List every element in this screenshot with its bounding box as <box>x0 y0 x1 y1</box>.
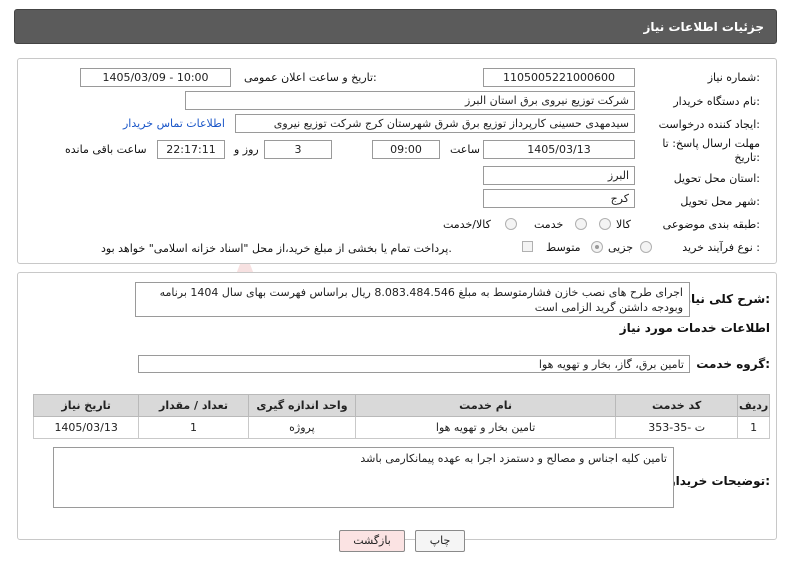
col-header-row-number: ردیف <box>737 394 770 417</box>
buyer-notes-textarea[interactable]: تامین کلیه اجناس و مصالح و دستمزد اجرا ب… <box>53 447 674 508</box>
page-title: جزئیات اطلاعات نیاز <box>643 20 764 34</box>
cell-service-code: ت -35-353 <box>615 416 739 439</box>
service-group-field: تامین برق، گاز، بخار و تهویه هوا <box>138 355 690 373</box>
table-row: 1 ت -35-353 تامین بخار و تهویه هوا پروژه… <box>32 416 770 439</box>
col-header-service-code: کد خدمت <box>615 394 739 417</box>
description-label: شرح کلی نیاز: <box>684 292 770 306</box>
col-header-need-date: تاریخ نیاز <box>32 394 140 417</box>
services-table: ردیف کد خدمت نام خدمت واحد اندازه گیری ت… <box>32 394 770 439</box>
panel-header: جزئیات اطلاعات نیاز <box>14 9 777 44</box>
creator-label: ایجاد کننده درخواست: <box>658 118 760 131</box>
city-field: کرج <box>483 189 635 208</box>
city-label: شهر محل تحویل: <box>680 195 760 208</box>
remaining-time-label: ساعت باقی مانده <box>65 143 147 156</box>
buyer-contact-link[interactable]: اطلاعات تماس خریدار <box>123 117 225 130</box>
cell-need-date: 1405/03/13 <box>32 416 140 439</box>
services-table-header-row: ردیف کد خدمت نام خدمت واحد اندازه گیری ت… <box>32 394 770 417</box>
category-option-goods-radio[interactable] <box>599 218 611 230</box>
deadline-label: مهلت ارسال پاسخ: تا <box>662 137 760 150</box>
deadline-date-field: 1405/03/13 <box>483 140 635 159</box>
days-label: روز و <box>234 143 259 156</box>
col-header-service-name: نام خدمت <box>355 394 617 417</box>
description-textarea[interactable]: اجرای طرح های نصب خازن فشارمتوسط به مبلغ… <box>135 282 690 317</box>
buyer-notes-label: توضیحات خریدار: <box>668 474 770 488</box>
process-option-medium-label: متوسط <box>546 241 581 254</box>
deadline-time-field: 09:00 <box>372 140 440 159</box>
process-option-minor-radio[interactable] <box>640 241 652 253</box>
services-section-title: اطلاعات خدمات مورد نیاز <box>619 321 770 335</box>
need-number-field: 1105005221000600 <box>483 68 635 87</box>
cell-quantity: 1 <box>138 416 249 439</box>
deadline-time-label: ساعت <box>450 143 480 156</box>
need-info-section <box>17 58 777 264</box>
cell-row-number: 1 <box>737 416 770 439</box>
process-type-label: نوع فرآیند خرید : <box>682 241 760 254</box>
process-option-minor-label: جزیی <box>608 241 634 254</box>
remaining-time-field: 22:17:11 <box>157 140 225 159</box>
category-option-service-radio[interactable] <box>575 218 587 230</box>
province-field: البرز <box>483 166 635 185</box>
province-label: استان محل تحویل: <box>673 172 760 185</box>
announce-datetime-field: 1405/03/09 - 10:00 <box>80 68 231 87</box>
back-button[interactable]: بازگشت <box>339 530 405 552</box>
print-button[interactable]: چاپ <box>415 530 465 552</box>
treasury-payment-checkbox[interactable] <box>522 241 533 252</box>
need-number-label: شماره نیاز: <box>707 71 760 84</box>
service-group-label: گروه خدمت: <box>696 357 770 371</box>
col-header-quantity: تعداد / مقدار <box>138 394 249 417</box>
category-option-service-label: خدمت <box>534 218 564 231</box>
cell-service-name: تامین بخار و تهویه هوا <box>355 416 617 439</box>
buyer-org-label: نام دستگاه خریدار: <box>673 95 760 108</box>
buyer-org-field: شرکت توزیع نیروی برق استان البرز <box>185 91 635 110</box>
process-option-medium-radio[interactable] <box>591 241 603 253</box>
category-option-both-radio[interactable] <box>505 218 517 230</box>
deadline-date-sublabel: تاریخ: <box>734 151 760 164</box>
category-label: طبقه بندی موضوعی: <box>662 218 760 231</box>
cell-unit: پروژه <box>247 416 357 439</box>
days-remaining-field: 3 <box>264 140 332 159</box>
col-header-unit: واحد اندازه گیری <box>247 394 357 417</box>
category-option-both-label: کالا/خدمت <box>443 218 491 231</box>
treasury-payment-note: پرداخت تمام یا بخشی از مبلغ خرید،از محل … <box>101 242 452 255</box>
category-option-goods-label: کالا <box>616 218 631 231</box>
creator-field: سیدمهدی حسینی کارپرداز توزیع برق شرق شهر… <box>235 114 635 133</box>
announce-datetime-label: تاریخ و ساعت اعلان عمومی: <box>244 71 377 84</box>
